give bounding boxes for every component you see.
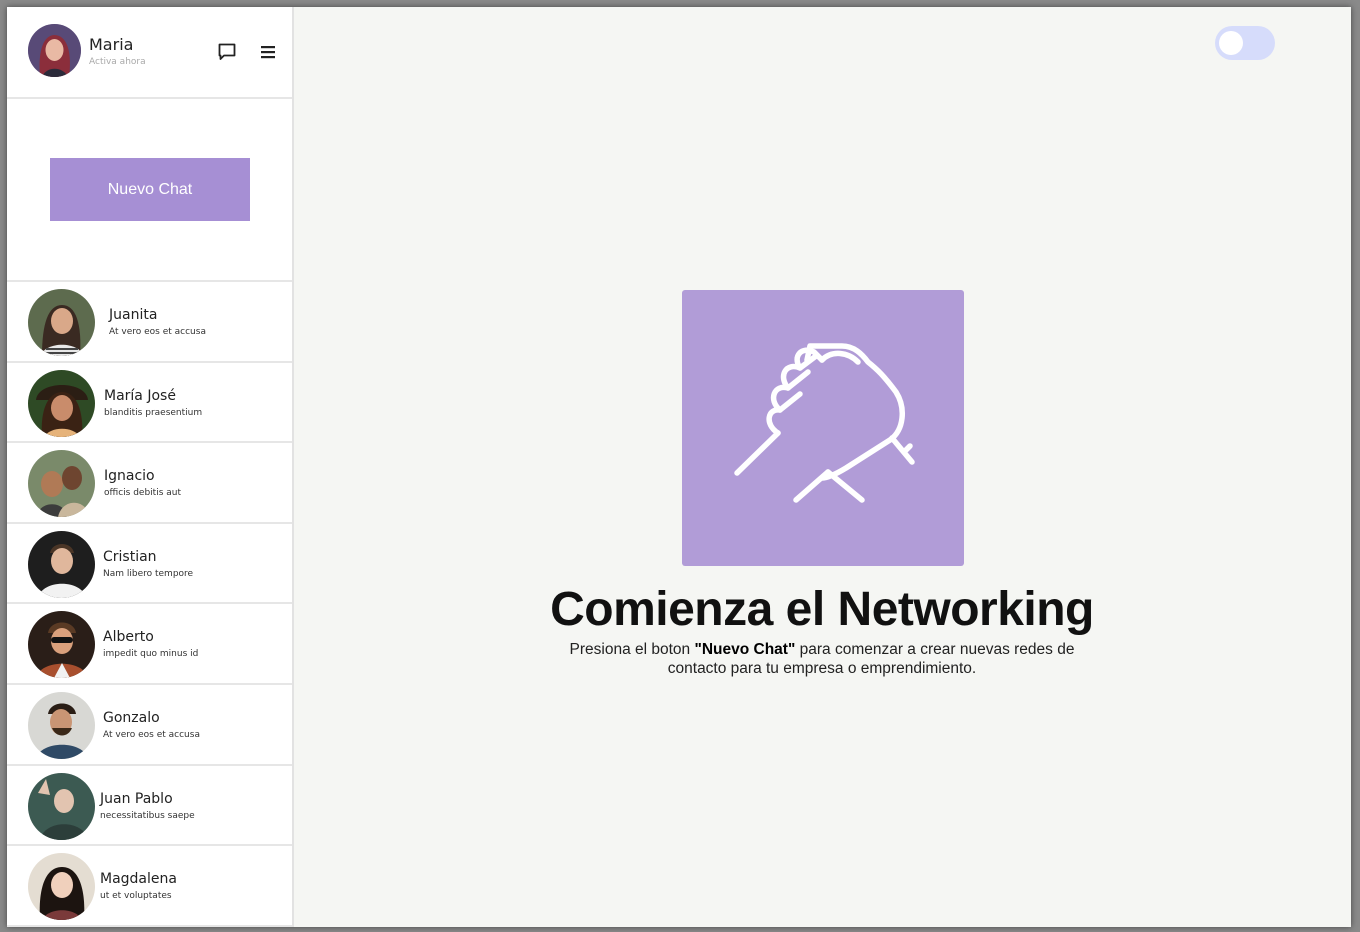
contact-name: María José xyxy=(104,387,176,404)
contact-avatar xyxy=(28,530,95,598)
contact-item[interactable]: Alberto impedit quo minus id xyxy=(7,604,292,685)
new-chat-button[interactable]: Nuevo Chat xyxy=(50,158,250,221)
contact-list: Juanita At vero eos et accusa María José… xyxy=(7,282,292,927)
contact-name: Magdalena xyxy=(100,871,177,888)
hero-desc-bold: "Nuevo Chat" xyxy=(694,641,796,658)
profile-header: Maria Activa ahora xyxy=(7,7,292,99)
user-avatar[interactable] xyxy=(28,24,81,77)
toggle-knob xyxy=(1219,31,1243,55)
handshake-icon xyxy=(734,343,915,503)
user-status: Activa ahora xyxy=(89,57,146,67)
contact-item[interactable]: María José blanditis praesentium xyxy=(7,363,292,444)
contact-message: At vero eos et accusa xyxy=(109,327,206,337)
contact-avatar xyxy=(28,611,95,679)
contact-avatar xyxy=(28,369,95,437)
contact-item[interactable]: Cristian Nam libero tempore xyxy=(7,524,292,605)
sidebar: Maria Activa ahora Nuevo Chat Juanita At… xyxy=(7,7,294,927)
contact-name: Ignacio xyxy=(104,468,155,485)
contact-item[interactable]: Juanita At vero eos et accusa xyxy=(7,282,292,363)
hamburger-menu-icon[interactable] xyxy=(258,42,278,62)
contact-avatar xyxy=(28,853,95,921)
contact-name: Cristian xyxy=(103,548,157,565)
contact-message: officis debitis aut xyxy=(104,488,181,499)
contact-avatar xyxy=(28,289,95,356)
contact-item[interactable]: Juan Pablo necessitatibus saepe xyxy=(7,766,292,847)
contact-message: Nam libero tempore xyxy=(103,568,194,579)
hero-title: Comienza el Networking xyxy=(550,583,1094,636)
contact-item[interactable]: Magdalena ut et voluptates xyxy=(7,846,292,927)
contact-name: Juanita xyxy=(109,307,158,323)
contact-message: At vero eos et accusa xyxy=(103,729,200,740)
contact-avatar xyxy=(28,450,95,518)
chat-bubble-icon[interactable] xyxy=(217,42,237,62)
contact-message: blanditis praesentium xyxy=(104,407,203,418)
contact-name: Gonzalo xyxy=(103,709,160,726)
contact-avatar xyxy=(28,691,95,759)
app-window: Maria Activa ahora Nuevo Chat Juanita At… xyxy=(7,7,1351,927)
theme-toggle[interactable] xyxy=(1215,26,1275,60)
contact-avatar xyxy=(28,772,95,840)
contact-item[interactable]: Gonzalo At vero eos et accusa xyxy=(7,685,292,766)
hero-description: Presiona el boton "Nuevo Chat" para come… xyxy=(562,640,1082,678)
contact-item[interactable]: Ignacio officis debitis aut xyxy=(7,443,292,524)
contact-message: necessitatibus saepe xyxy=(100,810,195,821)
user-name: Maria xyxy=(89,35,134,54)
contact-name: Juan Pablo xyxy=(100,790,173,807)
hero-illustration xyxy=(682,290,964,566)
hero-desc-before: Presiona el boton xyxy=(569,641,695,658)
contact-message: ut et voluptates xyxy=(100,891,172,902)
contact-message: impedit quo minus id xyxy=(103,649,199,660)
contact-name: Alberto xyxy=(103,629,154,646)
new-chat-area: Nuevo Chat xyxy=(7,99,292,282)
